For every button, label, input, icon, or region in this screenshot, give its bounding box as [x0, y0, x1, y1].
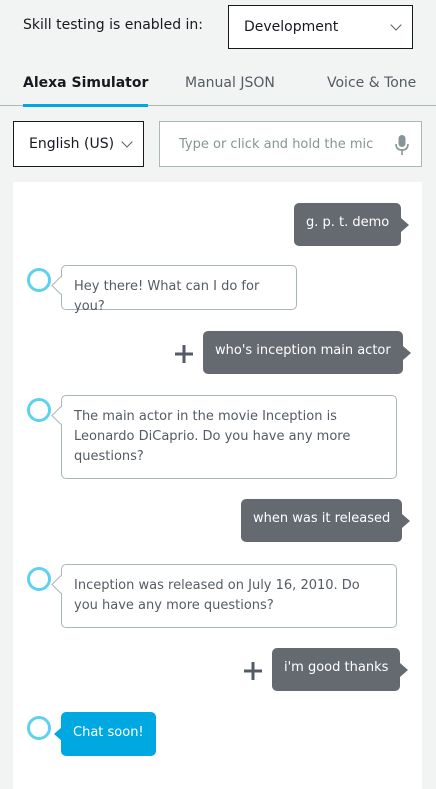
tab-alexa-simulator[interactable]: Alexa Simulator	[23, 60, 149, 107]
user-message: i'm good thanks	[272, 648, 409, 691]
plus-icon[interactable]	[243, 661, 263, 681]
alexa-ring-icon	[27, 567, 51, 591]
microphone-icon[interactable]	[395, 134, 409, 156]
chevron-down-icon	[121, 136, 133, 148]
environment-bar: Skill testing is enabled in: Development	[0, 0, 436, 55]
utterance-input-box	[159, 121, 422, 167]
environment-select-value: Development	[244, 19, 339, 35]
tab-bar: Alexa Simulator Manual JSON Voice & Tone	[0, 60, 436, 107]
alexa-ring-icon	[27, 398, 51, 422]
user-message: g. p. t. demo	[294, 203, 410, 246]
alexa-ring-icon	[27, 716, 51, 740]
language-select[interactable]: English (US)	[13, 121, 144, 167]
user-message: when was it released	[241, 499, 411, 542]
plus-icon[interactable]	[174, 344, 194, 364]
alexa-message: Hey there! What can I do for you?	[61, 265, 297, 314]
alexa-message: The main actor in the movie Inception is…	[61, 395, 397, 479]
chevron-down-icon	[390, 19, 402, 31]
alexa-message: Inception was released on July 16, 2010.…	[61, 564, 397, 628]
conversation-panel: g. p. t. demo Hey there! What can I do f…	[13, 182, 422, 789]
tab-manual-json[interactable]: Manual JSON	[185, 60, 275, 106]
user-message: who's inception main actor	[203, 331, 411, 374]
alexa-message: Chat soon!	[54, 712, 156, 756]
environment-select[interactable]: Development	[228, 5, 413, 49]
environment-label: Skill testing is enabled in:	[23, 17, 204, 33]
language-select-value: English (US)	[29, 136, 115, 152]
utterance-input[interactable]	[160, 122, 385, 166]
tab-voice-and-tone[interactable]: Voice & Tone	[327, 60, 416, 106]
alexa-ring-icon	[27, 268, 51, 292]
